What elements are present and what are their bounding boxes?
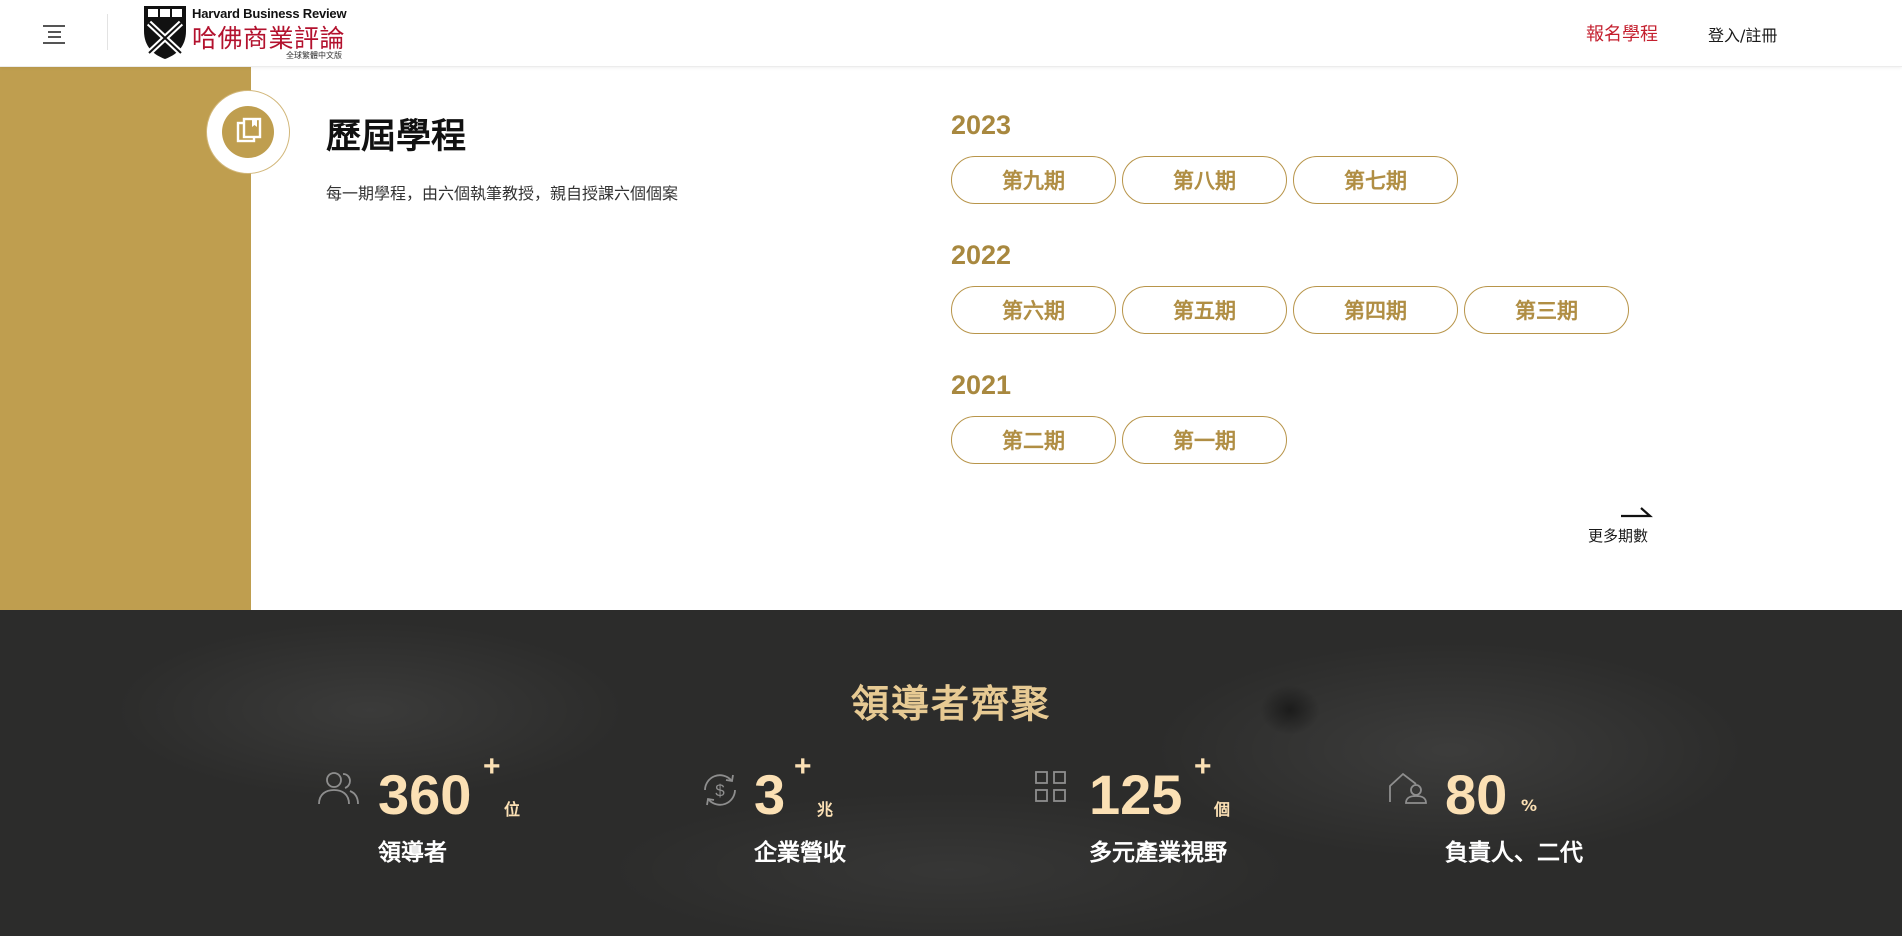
term-button[interactable]: 第四期: [1293, 286, 1458, 334]
site-header: Harvard Business Review 哈佛商業評論 全球繁體中文版 報…: [0, 0, 1902, 67]
house-person-icon: [1389, 772, 1427, 804]
term-button[interactable]: 第二期: [951, 416, 1116, 464]
leaders-title: 領導者齊聚: [850, 682, 1051, 726]
more-terms-link[interactable]: 更多期數: [1585, 500, 1655, 550]
people-icon: [318, 772, 359, 805]
stat-number: 360: [378, 763, 472, 826]
stat-unit: 個: [1214, 800, 1231, 819]
login-register-link[interactable]: 登入/註冊: [1708, 22, 1777, 46]
logo-subtitle: 全球繁體中文版: [286, 51, 342, 60]
menu-icon[interactable]: [40, 22, 68, 46]
stat-label: 負責人、二代: [1445, 840, 1583, 866]
term-row-2022: 第六期 第五期 第四期 第三期: [951, 286, 1629, 334]
stat-unit: 兆: [817, 800, 834, 819]
stat-plus: +: [1194, 750, 1212, 783]
stat-label: 企業營收: [754, 840, 846, 866]
section-description: 每一期學程，由六個執筆教授，親自授課六個個案: [326, 184, 679, 203]
year-label-2021: 2021: [951, 370, 1012, 400]
hbr-logo[interactable]: Harvard Business Review 哈佛商業評論 全球繁體中文版: [140, 3, 350, 61]
leaders-section: 領導者齊聚 360 + 位 領導者 $ 3 + 兆 企業營收 125 + 個 多…: [0, 610, 1902, 936]
stat-number: 3: [754, 763, 786, 826]
term-row-2023: 第九期 第八期 第七期: [951, 156, 1458, 204]
arrow-right-icon: [1621, 507, 1653, 518]
term-row-2021: 第二期 第一期: [951, 416, 1287, 464]
stat-unit: 位: [504, 800, 521, 819]
stat-plus: +: [794, 750, 812, 783]
dollar-cycle-icon: $: [704, 774, 736, 806]
term-button[interactable]: 第五期: [1122, 286, 1287, 334]
term-button[interactable]: 第七期: [1293, 156, 1458, 204]
term-button[interactable]: 第八期: [1122, 156, 1287, 204]
term-button[interactable]: 第九期: [951, 156, 1116, 204]
enroll-link[interactable]: 報名學程: [1586, 20, 1658, 46]
term-button[interactable]: 第三期: [1464, 286, 1629, 334]
term-button[interactable]: 第一期: [1122, 416, 1287, 464]
year-label-2023: 2023: [951, 110, 1012, 140]
stat-label: 領導者: [378, 840, 447, 866]
section-title: 歷屆學程: [326, 117, 467, 157]
grid-icon: [1035, 771, 1066, 802]
stat-plus: +: [483, 750, 501, 783]
stat-number: 80: [1445, 763, 1508, 826]
stat-number: 125: [1089, 763, 1183, 826]
book-icon: [236, 117, 262, 143]
more-terms-label: 更多期數: [1588, 527, 1649, 545]
stat-label: 多元產業視野: [1089, 840, 1227, 866]
term-button[interactable]: 第六期: [951, 286, 1116, 334]
header-divider: [107, 14, 108, 50]
harvard-shield-icon: [144, 6, 186, 59]
svg-text:$: $: [715, 781, 725, 800]
stat-unit: %: [1521, 796, 1538, 815]
year-label-2022: 2022: [951, 240, 1012, 270]
